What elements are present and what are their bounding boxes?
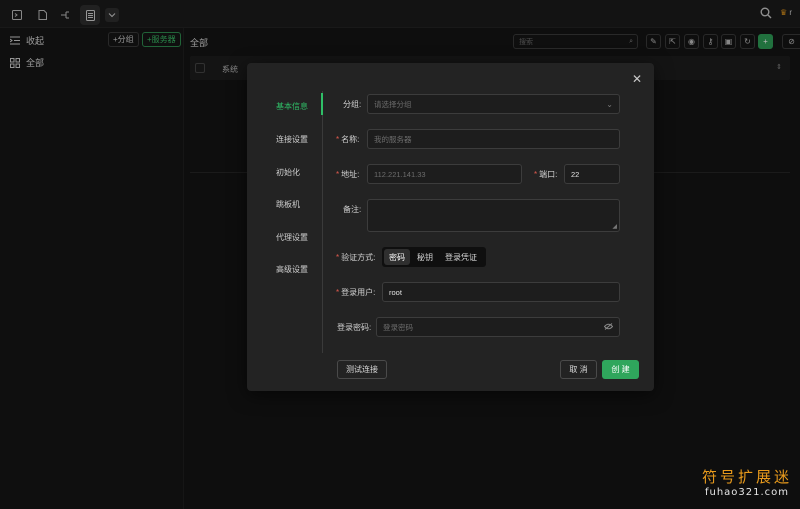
auth-option-key[interactable]: 秘钥 <box>412 249 438 265</box>
chevron-down-icon: ⌄ <box>606 100 613 109</box>
name-label: * 名称: <box>336 135 360 144</box>
address-input[interactable]: 112.221.141.33 <box>367 164 522 184</box>
auth-option-credential[interactable]: 登录凭证 <box>440 249 482 265</box>
group-label: 分组: <box>343 100 362 109</box>
eye-off-icon[interactable] <box>603 323 614 332</box>
auth-method-switch: 密码 秘钥 登录凭证 <box>382 247 486 267</box>
tab-advanced[interactable]: 高级设置 <box>276 264 308 275</box>
group-select[interactable]: 请选择分组 ⌄ <box>367 94 620 114</box>
address-label: * 地址: <box>336 170 360 179</box>
watermark-title: 符号扩展迷 <box>702 468 793 486</box>
remark-textarea[interactable]: ◢ <box>367 199 620 232</box>
tab-jump-host[interactable]: 跳板机 <box>276 199 300 210</box>
password-input[interactable]: 登录密码 <box>376 317 620 337</box>
close-icon[interactable]: ✕ <box>632 72 642 86</box>
password-placeholder: 登录密码 <box>383 322 413 332</box>
login-user-input[interactable]: root <box>382 282 620 302</box>
name-placeholder: 我的服务器 <box>374 134 412 144</box>
group-placeholder: 请选择分组 <box>374 99 412 109</box>
tab-init[interactable]: 初始化 <box>276 167 300 178</box>
login-user-label: * 登录用户: <box>336 288 376 297</box>
login-user-value: root <box>389 287 402 297</box>
dialog-nav: 基本信息 连接设置 初始化 跳板机 代理设置 高级设置 <box>265 91 323 353</box>
auth-option-password[interactable]: 密码 <box>384 249 410 265</box>
address-placeholder: 112.221.141.33 <box>374 169 426 179</box>
name-input[interactable]: 我的服务器 <box>367 129 620 149</box>
tab-connection[interactable]: 连接设置 <box>276 134 308 145</box>
auth-method-label: * 验证方式: <box>336 253 376 262</box>
port-input[interactable]: 22 <box>564 164 620 184</box>
resize-grip-icon[interactable]: ◢ <box>612 223 617 230</box>
tab-proxy[interactable]: 代理设置 <box>276 232 308 243</box>
new-server-dialog: ✕ 基本信息 连接设置 初始化 跳板机 代理设置 高级设置 分组: 请选择分组 … <box>247 63 654 391</box>
port-value: 22 <box>571 169 580 179</box>
tab-basic-info[interactable]: 基本信息 <box>276 101 308 112</box>
cancel-button[interactable]: 取 消 <box>560 360 597 379</box>
create-button[interactable]: 创 建 <box>602 360 639 379</box>
remark-label: 备注: <box>343 205 362 214</box>
watermark-url: fuhao321.com <box>704 487 790 498</box>
port-label: * 端口: <box>534 170 558 179</box>
watermark: 符号扩展迷 fuhao321.com <box>702 468 792 499</box>
nav-active-indicator <box>321 93 323 115</box>
test-connection-button[interactable]: 测试连接 <box>337 360 387 379</box>
password-label: 登录密码: <box>337 323 372 332</box>
